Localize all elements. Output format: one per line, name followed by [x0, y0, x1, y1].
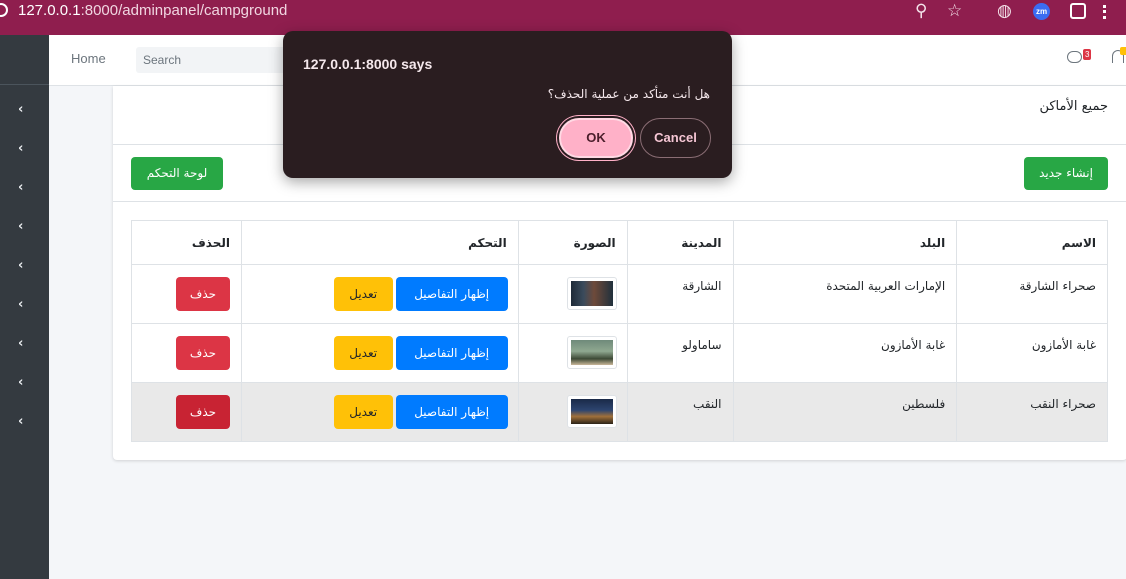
cell-country: فلسطين — [732, 382, 958, 442]
dialog-message: هل أنت متأكد من عملية الحذف؟ — [547, 87, 710, 101]
cell-country: الإمارات العربية المتحدة — [732, 264, 958, 324]
cell-delete: حذف — [131, 323, 242, 383]
sidebar-chevron-icon[interactable]: ‹ — [18, 336, 28, 351]
sidebar-chevron-icon[interactable]: ‹ — [18, 414, 28, 429]
cell-name: صحراء الشارقة — [956, 264, 1108, 324]
ok-button[interactable]: OK — [559, 118, 633, 158]
cell-control: إظهار التفاصيلتعديل — [240, 264, 519, 324]
dialog-title: 127.0.0.1:8000 says — [303, 56, 433, 72]
show-details-button[interactable]: إظهار التفاصيل — [395, 395, 508, 429]
address-bar[interactable]: 127.0.0.1:8000/adminpanel/campground — [18, 2, 287, 19]
site-info-icon[interactable] — [0, 3, 8, 17]
globe-icon[interactable]: ◍ — [997, 1, 1012, 21]
delete-button[interactable]: حذف — [175, 336, 230, 370]
dashboard-button[interactable]: لوحة التحكم — [131, 157, 223, 190]
cell-image — [517, 382, 628, 442]
delete-button[interactable]: حذف — [175, 277, 230, 311]
card-title: جميع الأماكن — [1039, 99, 1108, 114]
sidebar-chevron-icon[interactable]: ‹ — [18, 375, 28, 390]
table-row: صحراء الشارقة الإمارات العربية المتحدة ا… — [131, 264, 1108, 324]
zoom-icon[interactable]: ⚲ — [915, 1, 927, 21]
cell-city: الشارقة — [626, 264, 734, 324]
edit-button[interactable]: تعديل — [333, 395, 393, 429]
sidebar-chevron-icon[interactable]: ‹ — [18, 180, 28, 195]
edit-button[interactable]: تعديل — [333, 277, 393, 311]
sidebar-chevron-icon[interactable]: ‹ — [18, 141, 28, 156]
nav-home-link[interactable]: Home — [71, 51, 106, 66]
cell-delete: حذف — [131, 382, 242, 442]
sidebar-brand — [0, 35, 49, 85]
sidebar-chevron-icon[interactable]: ‹ — [18, 219, 28, 234]
url-path: :8000/adminpanel/campground — [80, 2, 288, 19]
sidebar-chevron-icon[interactable]: ‹ — [18, 258, 28, 273]
cell-delete: حذف — [131, 264, 242, 324]
table-header-row: الاسم البلد المدينة الصورة التحكم الحذف — [131, 220, 1108, 265]
places-table: الاسم البلد المدينة الصورة التحكم الحذف … — [131, 220, 1108, 442]
cell-control: إظهار التفاصيلتعديل — [240, 323, 519, 383]
sidebar-chevron-icon[interactable]: ‹ — [18, 297, 28, 312]
cancel-button[interactable]: Cancel — [640, 118, 711, 158]
cell-control: إظهار التفاصيلتعديل — [240, 382, 519, 442]
create-new-button[interactable]: إنشاء جديد — [1024, 157, 1108, 190]
cell-name: غابة الأمازون — [956, 323, 1108, 383]
delete-button[interactable]: حذف — [175, 395, 230, 429]
col-country-header: البلد — [732, 220, 958, 265]
messages-badge: 3 — [1083, 49, 1092, 60]
table-row: صحراء النقب فلسطين النقب إظهار التفاصيلت… — [131, 382, 1108, 442]
confirm-dialog: 127.0.0.1:8000 says هل أنت متأكد من عملي… — [283, 31, 732, 178]
col-delete-header: الحذف — [131, 220, 242, 265]
place-thumbnail[interactable] — [566, 277, 617, 310]
zm-extension-icon[interactable]: zm — [1033, 3, 1050, 20]
cell-image — [517, 264, 628, 324]
show-details-button[interactable]: إظهار التفاصيل — [395, 336, 508, 370]
cell-name: صحراء النقب — [956, 382, 1108, 442]
place-thumbnail[interactable] — [566, 395, 617, 428]
col-image-header: الصورة — [517, 220, 628, 265]
extensions-icon[interactable] — [1070, 3, 1086, 19]
cell-city: النقب — [626, 382, 734, 442]
divider — [113, 201, 1126, 202]
browser-toolbar: 127.0.0.1:8000/adminpanel/campground ⚲ ☆… — [0, 0, 1126, 35]
star-icon[interactable]: ☆ — [947, 1, 962, 21]
menu-icon[interactable] — [1103, 5, 1106, 19]
col-city-header: المدينة — [626, 220, 734, 265]
col-name-header: الاسم — [956, 220, 1108, 265]
cell-city: ساماولو — [626, 323, 734, 383]
col-control-header: التحكم — [240, 220, 519, 265]
cell-country: غابة الأمازون — [732, 323, 958, 383]
url-host: 127.0.0.1 — [18, 2, 81, 19]
notifications-badge — [1120, 47, 1126, 55]
place-thumbnail[interactable] — [566, 336, 617, 369]
show-details-button[interactable]: إظهار التفاصيل — [395, 277, 508, 311]
sidebar-chevron-icon[interactable]: ‹ — [18, 102, 28, 117]
table-row: غابة الأمازون غابة الأمازون ساماولو إظها… — [131, 323, 1108, 383]
edit-button[interactable]: تعديل — [333, 336, 393, 370]
cell-image — [517, 323, 628, 383]
messages-icon[interactable] — [1067, 51, 1082, 63]
